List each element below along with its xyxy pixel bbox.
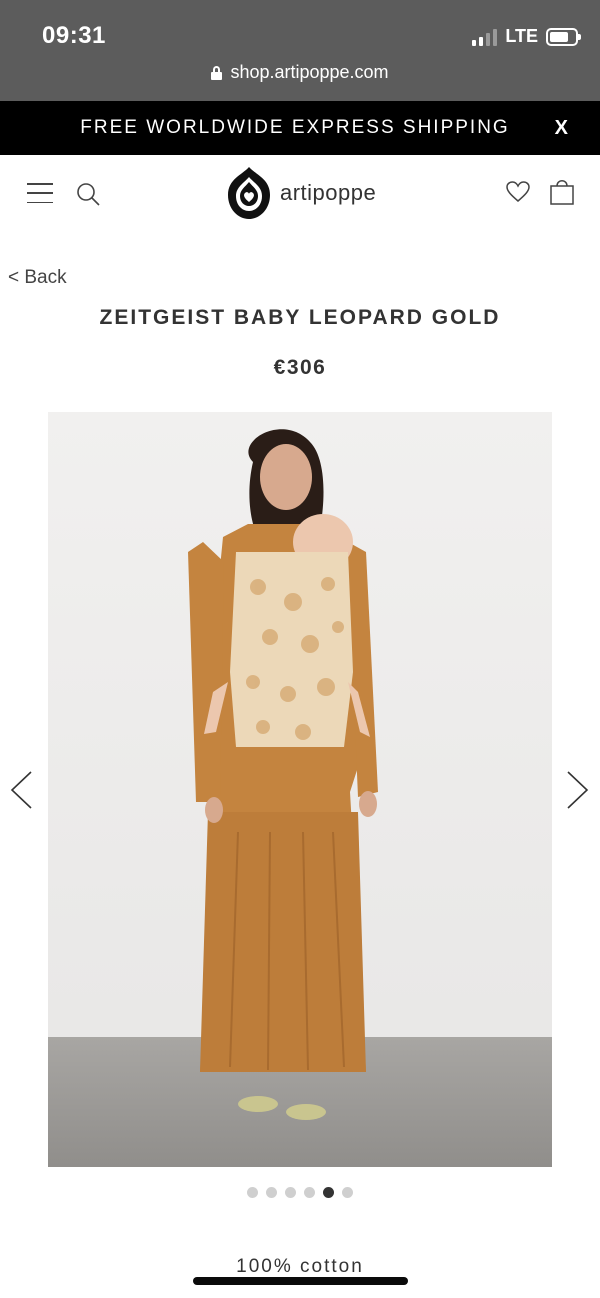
search-icon[interactable] [75,181,101,207]
battery-icon [546,27,581,46]
menu-icon[interactable] [27,183,53,203]
status-indicators: LTE [472,26,581,47]
gallery-dot-active[interactable] [323,1187,334,1198]
gallery-pagination [0,1187,600,1198]
gallery-dot[interactable] [285,1187,296,1198]
site-header: artipoppe [0,155,600,230]
promo-banner: FREE WORLDWIDE EXPRESS SHIPPING X [0,101,600,155]
shopping-bag-icon[interactable] [549,176,575,206]
heart-icon[interactable] [505,179,531,205]
chevron-left-icon[interactable] [9,770,35,810]
gallery-dot[interactable] [266,1187,277,1198]
cut-off-text [228,1292,388,1298]
chevron-right-icon[interactable] [564,770,590,810]
gallery-dot[interactable] [342,1187,353,1198]
status-time: 09:31 [42,22,106,49]
url-text: shop.artipoppe.com [230,62,389,82]
gallery-dot[interactable] [247,1187,258,1198]
signal-icon [472,28,498,46]
network-label: LTE [505,26,538,46]
logo-icon [228,167,270,219]
product-title: ZEITGEIST BABY LEOPARD GOLD [99,306,501,329]
product-material: 100% cotton [236,1256,364,1277]
gallery-dot[interactable] [304,1187,315,1198]
home-indicator[interactable] [193,1277,408,1285]
banner-text: FREE WORLDWIDE EXPRESS SHIPPING [80,117,510,138]
product-price: €306 [273,356,327,379]
lock-icon [211,65,223,80]
banner-close-button[interactable]: X [555,117,568,140]
site-logo[interactable]: artipoppe [226,165,376,221]
product-image[interactable] [48,412,552,1167]
back-link[interactable]: < Back [8,267,67,289]
address-bar[interactable]: shop.artipoppe.com [0,62,600,83]
logo-text: artipoppe [280,180,377,205]
status-bar: 09:31 LTE shop.artipoppe.com [0,0,600,101]
